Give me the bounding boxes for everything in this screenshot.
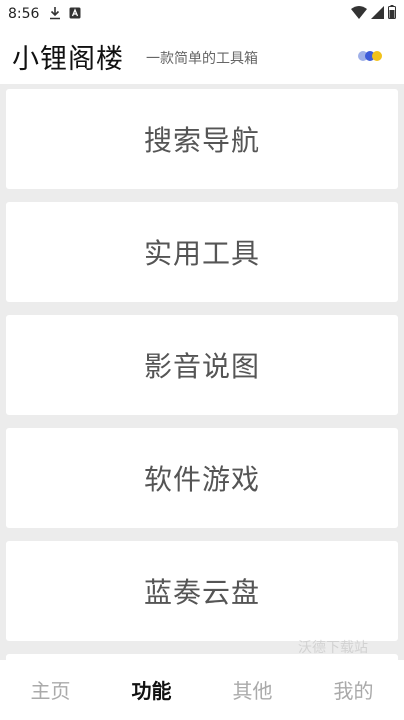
app-subtitle: 一款简单的工具箱 (146, 51, 258, 67)
menu-card-label: 软件游戏 (143, 463, 260, 496)
cellular-signal-icon (371, 5, 384, 23)
tab-features[interactable]: 功能 (101, 675, 202, 706)
menu-card-utilities[interactable]: 实用工具 (6, 202, 398, 302)
menu-card-label: 蓝奏云盘 (143, 576, 260, 609)
theme-dot-yellow (372, 51, 382, 61)
tab-home[interactable]: 主页 (0, 675, 101, 706)
status-right-icons (351, 5, 396, 23)
feature-list: 搜索导航 实用工具 影音说图 软件游戏 蓝奏云盘 沃德下载站 (0, 84, 404, 660)
a-notification-icon (69, 7, 81, 22)
app-header: 小锂阁楼 一款简单的工具箱 (0, 28, 404, 84)
menu-card-label: 搜索导航 (143, 124, 260, 157)
menu-card-search-navigation[interactable]: 搜索导航 (6, 89, 398, 189)
menu-card-label: 实用工具 (143, 237, 260, 270)
tab-mine[interactable]: 我的 (303, 675, 404, 706)
menu-card-media[interactable]: 影音说图 (6, 315, 398, 415)
color-dots-icon[interactable] (358, 48, 388, 64)
wifi-icon (351, 5, 367, 23)
tab-other[interactable]: 其他 (202, 675, 303, 706)
download-icon (49, 6, 61, 23)
menu-card-label: 影音说图 (143, 350, 260, 383)
app-title: 小锂阁楼 (12, 43, 124, 75)
menu-card-software-games[interactable]: 软件游戏 (6, 428, 398, 528)
battery-icon (388, 5, 396, 23)
status-bar: 8:56 (0, 0, 404, 28)
menu-card-lanzou-cloud[interactable]: 蓝奏云盘 (6, 541, 398, 641)
status-time: 8:56 (8, 6, 40, 22)
bottom-tab-bar: 主页 功能 其他 我的 (0, 660, 404, 720)
